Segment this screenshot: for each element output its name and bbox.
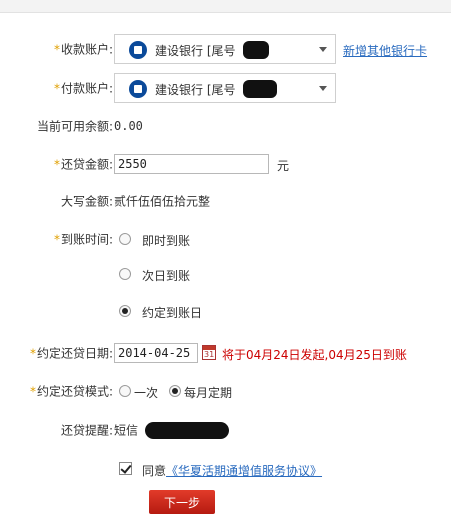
radio-once-label[interactable]: 一次 bbox=[134, 384, 158, 401]
next-step-button[interactable]: 下一步 bbox=[149, 490, 215, 514]
arrival-scheduled-row: 约定到账日 bbox=[0, 296, 451, 326]
radio-scheduled-label[interactable]: 约定到账日 bbox=[142, 304, 202, 321]
radio-scheduled[interactable] bbox=[119, 305, 131, 317]
pay-account-label: *付款账户: bbox=[53, 81, 113, 96]
receive-account-label: *收款账户: bbox=[53, 42, 113, 57]
masked-account-number bbox=[243, 41, 269, 59]
arrival-next-day-row: 次日到账 bbox=[0, 259, 451, 289]
radio-instant-label[interactable]: 即时到账 bbox=[142, 232, 190, 249]
reminder-label: 还贷提醒: bbox=[60, 423, 113, 438]
balance-row: 当前可用余额: 0.00 bbox=[0, 111, 451, 141]
agreement-link[interactable]: 《华夏活期通增值服务协议》 bbox=[166, 464, 322, 478]
dropdown-caret-icon bbox=[319, 47, 327, 52]
reminder-value: 短信 bbox=[114, 423, 139, 438]
arrival-time-label: *到账时间: bbox=[53, 232, 113, 247]
amount-unit: 元 bbox=[277, 159, 290, 173]
radio-next-day[interactable] bbox=[119, 268, 131, 280]
pay-account-row: *付款账户: 建设银行 [尾号 bbox=[0, 73, 451, 103]
scheduled-date-hint: 将于04月24日发起,04月25日到账 bbox=[222, 348, 407, 362]
agreement-prefix: 同意 bbox=[142, 464, 167, 478]
balance-value: 0.00 bbox=[114, 119, 143, 133]
amount-words-value: 贰仟伍佰伍拾元整 bbox=[114, 194, 211, 209]
ccb-bank-logo-icon bbox=[129, 41, 147, 59]
radio-once[interactable] bbox=[119, 385, 131, 397]
arrival-time-row: *到账时间: 即时到账 bbox=[0, 224, 451, 254]
radio-next-day-label[interactable]: 次日到账 bbox=[142, 267, 190, 284]
scheduled-date-row: *约定还贷日期: 31 将于04月24日发起,04月25日到账 bbox=[0, 338, 451, 368]
pay-account-bank: 建设银行 [尾号 bbox=[155, 83, 236, 97]
calendar-icon[interactable]: 31 bbox=[202, 345, 216, 360]
agreement-row: 同意《华夏活期通增值服务协议》 bbox=[0, 454, 451, 484]
reminder-row: 还贷提醒: 短信 bbox=[0, 415, 451, 445]
pay-account-select[interactable]: 建设银行 [尾号 bbox=[114, 73, 336, 103]
amount-row: *还贷金额: 元 bbox=[0, 149, 451, 179]
radio-monthly[interactable] bbox=[169, 385, 181, 397]
receive-account-row: *收款账户: 建设银行 [尾号 新增其他银行卡 bbox=[0, 34, 451, 64]
balance-label: 当前可用余额: bbox=[36, 119, 113, 134]
top-bar bbox=[0, 0, 451, 13]
agreement-text: 同意《华夏活期通增值服务协议》 bbox=[142, 462, 322, 479]
receive-account-bank: 建设银行 [尾号 bbox=[155, 44, 236, 58]
receive-account-select[interactable]: 建设银行 [尾号 bbox=[114, 34, 336, 64]
radio-instant[interactable] bbox=[119, 233, 131, 245]
add-bank-card-link[interactable]: 新增其他银行卡 bbox=[343, 42, 427, 59]
amount-input[interactable] bbox=[114, 154, 269, 174]
dropdown-caret-icon bbox=[319, 86, 327, 91]
radio-monthly-label[interactable]: 每月定期 bbox=[184, 384, 232, 401]
scheduled-date-input[interactable] bbox=[114, 343, 198, 363]
scheduled-mode-row: *约定还贷模式: 一次 每月定期 bbox=[0, 376, 451, 406]
scheduled-mode-label: *约定还贷模式: bbox=[29, 384, 113, 399]
scheduled-date-label: *约定还贷日期: bbox=[29, 346, 113, 361]
agreement-checkbox[interactable] bbox=[119, 462, 132, 475]
ccb-bank-logo-icon bbox=[129, 80, 147, 98]
amount-words-label: 大写金额: bbox=[60, 194, 113, 209]
masked-account-number bbox=[243, 80, 277, 98]
amount-words-row: 大写金额: 贰仟伍佰伍拾元整 bbox=[0, 186, 451, 216]
amount-label: *还贷金额: bbox=[53, 157, 113, 172]
masked-phone-number bbox=[145, 422, 229, 439]
